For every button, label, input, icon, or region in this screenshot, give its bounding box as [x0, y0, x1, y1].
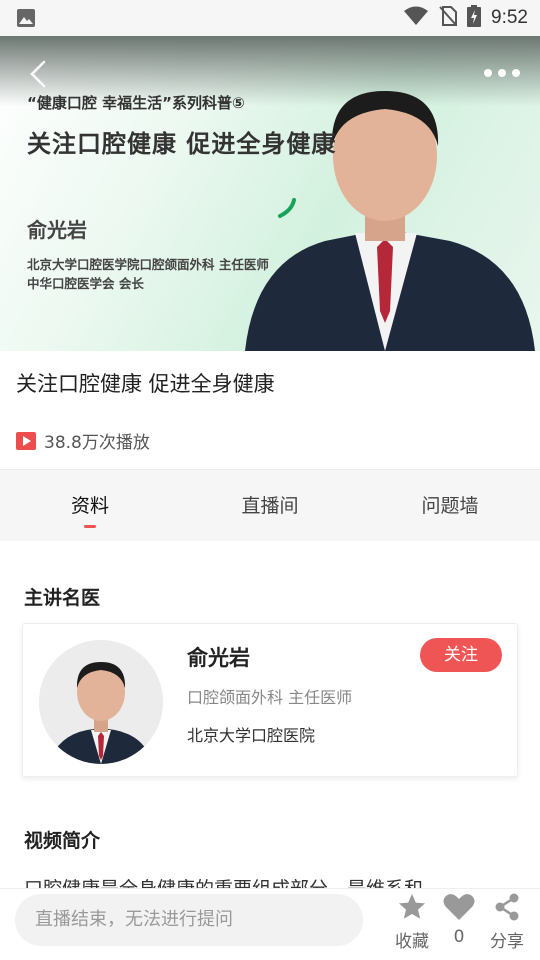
bottom-action-bar: 直播结束，无法进行提问 收藏 0 分享	[0, 888, 540, 960]
tab-live-room[interactable]: 直播间	[180, 470, 360, 542]
video-title: 关注口腔健康 促进全身健康	[16, 372, 275, 396]
play-count-row: 38.8万次播放	[16, 428, 150, 453]
more-options-button[interactable]	[482, 58, 522, 88]
tab-bar: 资料 直播间 问题墙	[0, 469, 540, 541]
favorite-label: 收藏	[395, 932, 429, 952]
follow-button[interactable]: 关注	[420, 638, 502, 672]
play-count: 38.8万次播放	[44, 433, 150, 453]
question-input[interactable]: 直播结束，无法进行提问	[15, 894, 363, 946]
doctor-section-title: 主讲名医	[24, 587, 101, 609]
status-bar: 9:52	[0, 0, 540, 36]
intro-section-title: 视频简介	[24, 830, 101, 852]
banner-affiliation-2: 中华口腔医学会 会长	[27, 276, 144, 291]
wifi-icon	[403, 6, 429, 30]
green-accent-mark	[278, 198, 296, 218]
tab-question-wall[interactable]: 问题墙	[360, 470, 540, 542]
active-tab-indicator	[84, 525, 96, 528]
video-player[interactable]: “健康口腔 幸福生活”系列科普⑤ 关注口腔健康 促进全身健康 俞光岩 北京大学口…	[0, 36, 540, 351]
image-notification-icon	[16, 8, 36, 32]
doctor-name: 俞光岩	[187, 646, 250, 670]
like-count: 0	[453, 927, 465, 947]
chevron-left-icon	[30, 60, 46, 88]
tab-profile[interactable]: 资料	[0, 470, 180, 542]
share-label: 分享	[490, 932, 524, 952]
play-icon	[16, 431, 36, 450]
no-sim-icon	[439, 6, 458, 30]
banner-affiliation-1: 北京大学口腔医学院口腔颌面外科 主任医师	[27, 257, 269, 272]
back-button[interactable]	[22, 56, 58, 92]
doctor-avatar	[39, 640, 163, 764]
more-dots-icon	[484, 69, 520, 77]
battery-charging-icon	[467, 5, 482, 31]
doctor-department: 口腔颌面外科 主任医师	[187, 688, 353, 707]
doctor-hospital: 北京大学口腔医院	[187, 726, 316, 745]
clock: 9:52	[491, 7, 528, 28]
series-label: “健康口腔 幸福生活”系列科普⑤	[27, 94, 245, 112]
star-icon	[399, 894, 425, 919]
favorite-button[interactable]: 收藏	[387, 889, 437, 952]
heart-icon	[443, 894, 475, 920]
share-button[interactable]: 分享	[482, 889, 532, 952]
banner-title: 关注口腔健康 促进全身健康	[27, 130, 337, 158]
like-button[interactable]: 0	[434, 889, 484, 947]
banner-speaker-name: 俞光岩	[27, 218, 87, 242]
share-icon	[495, 893, 519, 921]
doctor-card[interactable]: 俞光岩 口腔颌面外科 主任医师 北京大学口腔医院 关注	[22, 623, 518, 777]
